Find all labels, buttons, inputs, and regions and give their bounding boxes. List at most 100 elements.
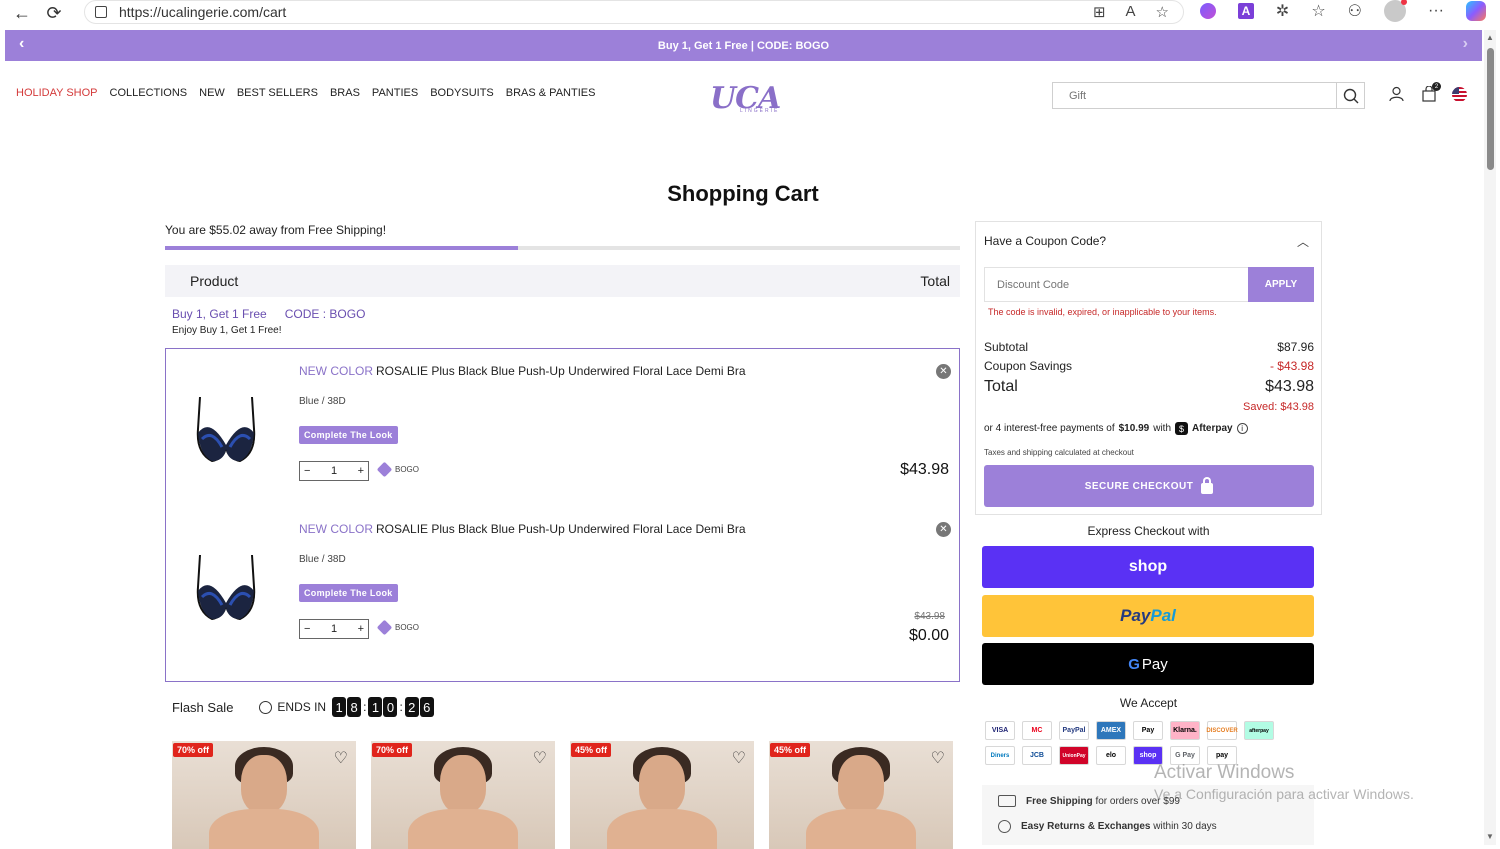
address-bar[interactable]: https://ucalingerie.com/cart ⊞ A ☆ (84, 0, 1184, 24)
ends-in-label: ENDS IN (277, 700, 327, 714)
countdown-digit: 8 (347, 697, 362, 717)
google-pay-button[interactable]: G Pay (982, 643, 1314, 685)
minus-icon[interactable]: − (304, 623, 310, 635)
discount-badge: 45% off (770, 743, 811, 757)
afterpay-brand: Afterpay (1192, 423, 1233, 434)
chevron-left-icon[interactable]: ‹ (19, 35, 24, 53)
truck-icon (998, 795, 1016, 807)
plus-icon[interactable]: + (358, 623, 364, 635)
shop-pay-button[interactable]: shop (982, 546, 1314, 588)
reload-icon[interactable]: ⟳ (44, 3, 64, 23)
back-icon[interactable]: ← (12, 3, 32, 23)
product-title[interactable]: NEW COLOR ROSALIE Plus Black Blue Push-Up… (299, 522, 746, 536)
chevron-up-icon[interactable]: ︿ (1297, 233, 1309, 250)
item-original-price: $43.98 (914, 611, 945, 622)
order-summary-panel: Have a Coupon Code? ︿ APPLY The code is … (975, 221, 1322, 515)
browser-toolbar: ← ⟳ https://ucalingerie.com/cart ⊞ A ☆ A… (0, 0, 1500, 26)
read-aloud-icon[interactable]: A (1126, 3, 1136, 21)
nav-bras[interactable]: BRAS (330, 87, 360, 99)
product-image[interactable] (186, 547, 266, 627)
lock-icon (95, 6, 107, 18)
minus-icon[interactable]: − (304, 465, 310, 477)
nav-best-sellers[interactable]: BEST SELLERS (237, 87, 318, 99)
subtotal-label: Subtotal (984, 340, 1029, 354)
cart-count-badge: 2 (1432, 82, 1441, 91)
coupon-heading[interactable]: Have a Coupon Code? (984, 234, 1106, 248)
wishlist-heart-icon[interactable]: ♡ (931, 748, 945, 768)
col-total: Total (920, 273, 950, 289)
returns-perk: Easy Returns & Exchanges within 30 days (998, 820, 1217, 833)
site-logo[interactable]: UCA LINGERIE (710, 78, 781, 115)
more-menu-icon[interactable]: ··· (1428, 2, 1444, 20)
complete-the-look-button[interactable]: Complete The Look (299, 584, 398, 602)
remove-item-icon[interactable]: ✕ (936, 364, 951, 379)
nav-bodysuits[interactable]: BODYSUITS (430, 87, 494, 99)
wishlist-heart-icon[interactable]: ♡ (533, 748, 547, 768)
product-card[interactable]: 70% off ♡ (172, 741, 356, 849)
nav-bras-and-panties[interactable]: BRAS & PANTIES (506, 87, 596, 99)
apps-icon[interactable]: ⊞ (1093, 3, 1106, 21)
nav-panties[interactable]: PANTIES (372, 87, 418, 99)
product-card[interactable]: 45% off ♡ (570, 741, 754, 849)
complete-the-look-button[interactable]: Complete The Look (299, 426, 398, 444)
main-nav: HOLIDAY SHOP COLLECTIONS NEW BEST SELLER… (16, 87, 595, 99)
us-flag-icon[interactable] (1452, 86, 1467, 102)
payment-methods: VISA MC PayPal AMEX Pay Klarna. DISCOVER… (985, 721, 1285, 765)
wishlist-heart-icon[interactable]: ♡ (732, 748, 746, 768)
scroll-down-icon[interactable]: ▼ (1486, 832, 1494, 841)
scroll-up-icon[interactable]: ▲ (1486, 33, 1494, 42)
collections-icon[interactable]: ⚇ (1348, 1, 1362, 21)
quantity-value[interactable]: 1 (331, 623, 337, 635)
discount-code-input[interactable] (984, 267, 1249, 302)
elo-icon: elo (1096, 746, 1126, 765)
item-price: $0.00 (908, 627, 949, 644)
saved-label: Saved: (1243, 401, 1278, 413)
product-title[interactable]: NEW COLOR ROSALIE Plus Black Blue Push-Up… (299, 364, 746, 378)
quantity-value[interactable]: 1 (331, 465, 337, 477)
apply-button[interactable]: APPLY (1248, 267, 1314, 302)
profile-avatar[interactable] (1384, 0, 1408, 22)
product-variant: Blue / 38D (299, 554, 346, 565)
savings-label: Coupon Savings (984, 359, 1073, 373)
chevron-right-icon[interactable]: › (1463, 35, 1468, 53)
nav-new[interactable]: NEW (199, 87, 225, 99)
cart-icon[interactable]: 2 (1420, 82, 1441, 103)
total-value: $43.98 (1265, 378, 1314, 395)
extension-a-icon[interactable]: A (1237, 3, 1254, 19)
remove-item-icon[interactable]: ✕ (936, 522, 951, 537)
account-icon[interactable] (1388, 85, 1405, 103)
price-summary: Subtotal $87.96 Coupon Savings - $43.98 … (984, 340, 1314, 418)
announcement-text[interactable]: Buy 1, Get 1 Free | CODE: BOGO (658, 40, 829, 52)
cart-table-header: Product Total (165, 265, 960, 297)
scrollbar-thumb[interactable] (1487, 48, 1494, 170)
lock-icon (1201, 476, 1214, 494)
nav-collections[interactable]: COLLECTIONS (110, 87, 188, 99)
savings-value: - $43.98 (1269, 359, 1314, 373)
copilot-icon[interactable] (1466, 1, 1486, 21)
search-input[interactable] (1053, 83, 1335, 108)
product-card[interactable]: 70% off ♡ (371, 741, 555, 849)
amex-icon: AMEX (1096, 721, 1126, 740)
secure-checkout-button[interactable]: SECURE CHECKOUT (984, 465, 1314, 507)
product-card[interactable]: 45% off ♡ (769, 741, 953, 849)
countdown-digit: 6 (419, 697, 434, 717)
nav-holiday-shop[interactable]: HOLIDAY SHOP (16, 87, 98, 99)
extension-icon[interactable] (1199, 3, 1216, 19)
paypal-button[interactable]: Pay Pal (982, 595, 1314, 637)
info-icon[interactable]: i (1236, 423, 1248, 434)
search-button[interactable] (1336, 83, 1364, 108)
favorites-icon[interactable]: ☆ (1311, 1, 1325, 21)
wishlist-heart-icon[interactable]: ♡ (334, 748, 348, 768)
favorite-star-icon[interactable]: ☆ (1156, 3, 1169, 21)
page-scrollbar[interactable]: ▲ ▼ (1484, 30, 1496, 845)
express-checkout-label: Express Checkout with (1087, 524, 1210, 538)
promo-note: Enjoy Buy 1, Get 1 Free! (172, 325, 282, 336)
discount-badge: 70% off (372, 743, 413, 757)
plus-icon[interactable]: + (358, 465, 364, 477)
extensions-puzzle-icon[interactable]: ✲ (1276, 1, 1289, 21)
google-g-icon: G (1128, 655, 1140, 673)
product-image[interactable] (186, 389, 266, 469)
quantity-stepper: − 1 + (299, 461, 369, 481)
cart-items: NEW COLOR ROSALIE Plus Black Blue Push-Up… (165, 348, 960, 682)
search-icon (1343, 88, 1358, 103)
